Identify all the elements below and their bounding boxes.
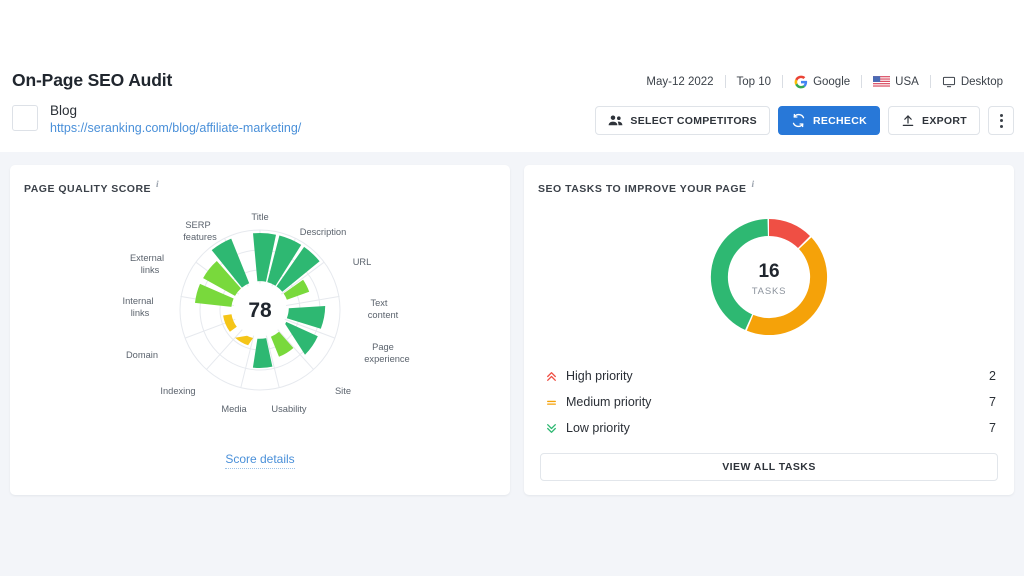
radial-label-external-links: External [130,253,164,263]
donut-chart-svg: 16 TASKS [699,207,839,347]
equals-icon [542,396,560,409]
radial-chart-svg: 78 Title Description URL Text content Pa… [95,203,425,418]
site-name: Blog [50,103,301,118]
quality-score-value: 78 [248,299,272,322]
page-quality-score-card: PAGE QUALITY SCORE i [10,165,510,495]
radial-label-usability: Usability [271,404,306,414]
seo-tasks-title: SEO TASKS TO IMPROVE YOUR PAGE i [538,183,755,195]
page-quality-score-title-text: PAGE QUALITY SCORE [24,183,151,195]
meta-search-engine: Google [783,74,861,90]
priority-label-high: High priority [566,369,633,383]
seo-tasks-donut-chart: 16 TASKS [524,207,1014,357]
priority-label-low: Low priority [566,421,630,435]
radial-label-serp-features: SERP [185,220,210,230]
priority-count-high: 2 [989,369,996,383]
app-page: On-Page SEO Audit May-12 2022 Top 10 Goo… [0,0,1024,576]
radial-label-domain: Domain [126,350,158,360]
radial-label-external-links-2: links [141,265,160,275]
meta-date-label: May-12 2022 [646,74,713,90]
radial-label-page-experience: Page [372,342,394,352]
favicon-placeholder [12,105,38,131]
radial-label-title: Title [251,212,268,222]
radial-label-site: Site [335,386,351,396]
desktop-icon [942,75,956,89]
recheck-button[interactable]: RECHECK [778,106,880,135]
select-competitors-button[interactable]: SELECT COMPETITORS [595,106,770,135]
chevron-double-up-icon [542,370,560,383]
priority-list: High priority 2 Medium priority 7 [542,363,996,441]
meta-location: USA [862,74,930,90]
meta-date: May-12 2022 [635,74,724,90]
recheck-label: RECHECK [813,115,867,127]
priority-row-high[interactable]: High priority 2 [542,363,996,389]
score-details-link[interactable]: Score details [225,452,294,469]
radial-label-media: Media [221,404,247,414]
meta-search-engine-label: Google [813,74,850,90]
export-button[interactable]: EXPORT [888,106,980,135]
info-icon[interactable]: i [156,180,159,190]
google-icon [794,75,808,89]
radial-label-internal-links-2: links [131,308,150,318]
people-icon [608,114,623,127]
meta-device: Desktop [931,74,1014,90]
priority-label-medium: Medium priority [566,395,651,409]
site-url-link[interactable]: https://seranking.com/blog/affiliate-mar… [50,120,301,136]
header-actions: SELECT COMPETITORS RECHECK EXPORT [595,106,1014,135]
radial-label-serp-features-2: features [183,232,217,242]
page-quality-radial-chart: 78 Title Description URL Text content Pa… [10,203,510,428]
priority-count-low: 7 [989,421,996,435]
usa-flag-icon [873,76,890,87]
page-title: On-Page SEO Audit [12,70,172,91]
radial-label-indexing: Indexing [160,386,195,396]
select-competitors-label: SELECT COMPETITORS [630,115,757,127]
view-all-tasks-button[interactable]: VIEW ALL TASKS [540,453,998,481]
page-quality-score-title: PAGE QUALITY SCORE i [24,183,159,195]
tasks-total-value: 16 [758,261,779,282]
more-options-button[interactable] [988,106,1014,135]
report-meta-bar: May-12 2022 Top 10 Google [635,73,1014,90]
refresh-icon [791,113,806,128]
meta-top10: Top 10 [726,74,783,90]
site-info: Blog https://seranking.com/blog/affiliat… [50,103,301,136]
meta-location-label: USA [895,74,919,90]
radial-label-description: Description [300,227,347,237]
page-header: On-Page SEO Audit May-12 2022 Top 10 Goo… [0,0,1024,152]
info-icon[interactable]: i [752,180,755,190]
priority-row-medium[interactable]: Medium priority 7 [542,389,996,415]
view-all-tasks-label: VIEW ALL TASKS [722,461,816,473]
radial-label-url: URL [353,257,372,267]
meta-device-label: Desktop [961,74,1003,90]
seo-tasks-title-text: SEO TASKS TO IMPROVE YOUR PAGE [538,183,747,195]
seo-tasks-card: SEO TASKS TO IMPROVE YOUR PAGE i 16 TASK… [524,165,1014,495]
priority-count-medium: 7 [989,395,996,409]
kebab-menu-icon [1000,114,1003,128]
radial-label-text-content: Text [370,298,387,308]
score-details-wrap: Score details [10,450,510,468]
meta-top10-label: Top 10 [737,74,772,90]
radial-label-page-experience-2: experience [364,354,409,364]
site-row: Blog https://seranking.com/blog/affiliat… [12,103,301,136]
chevron-double-down-icon [542,422,560,435]
donut-slice-high [769,219,810,248]
priority-row-low[interactable]: Low priority 7 [542,415,996,441]
radial-label-internal-links: Internal [122,296,153,306]
tasks-total-label: TASKS [752,286,786,297]
upload-icon [901,114,915,128]
radial-label-text-content-2: content [368,310,399,320]
export-label: EXPORT [922,115,967,127]
